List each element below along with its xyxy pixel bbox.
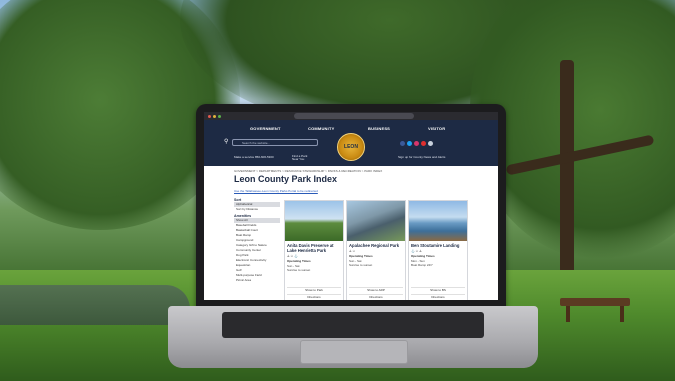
window-control-icon[interactable] bbox=[218, 115, 221, 118]
nav-visitor[interactable]: VISITOR bbox=[428, 126, 445, 131]
nav-business[interactable]: BUSINESS bbox=[368, 126, 390, 131]
bench-leg bbox=[620, 306, 624, 322]
park-name[interactable]: Apalachee Regional Park bbox=[347, 241, 405, 248]
phone-info[interactable]: Make a service 850-606-5300 bbox=[234, 155, 274, 159]
park-photo bbox=[347, 201, 405, 241]
park-card[interactable]: Ben Stoutamire Landing ⚓ ♲ ♙ Operating T… bbox=[408, 200, 468, 300]
photo-scene: GOVERNMENT COMMUNITY BUSINESS VISITOR ⚲ … bbox=[0, 0, 675, 381]
search-icon[interactable]: ⚲ bbox=[224, 139, 228, 146]
county-logo[interactable]: LEON bbox=[337, 133, 365, 161]
park-details-button[interactable]: Show to BS bbox=[411, 287, 465, 293]
park-photo bbox=[409, 201, 467, 241]
page-title: Leon County Park Index bbox=[234, 174, 338, 184]
directions-button[interactable]: Directions bbox=[349, 294, 403, 300]
park-card[interactable]: Apalachee Regional Park ♙ ♲ Operating Ti… bbox=[346, 200, 406, 300]
picnic-bench bbox=[560, 298, 630, 306]
find-park-link[interactable]: Find a Park Near You bbox=[292, 155, 314, 161]
window-control-icon[interactable] bbox=[208, 115, 211, 118]
search-input[interactable]: Search the website... bbox=[232, 139, 318, 146]
hours-text: Sun - Sat Sunrise to sunset bbox=[287, 264, 311, 272]
social-icon[interactable] bbox=[428, 141, 433, 146]
hours-text: Sun - Sat Sunrise to sunset bbox=[349, 259, 373, 267]
site-header: GOVERNMENT COMMUNITY BUSINESS VISITOR ⚲ … bbox=[204, 120, 498, 166]
park-details-button[interactable]: Show to Park bbox=[287, 287, 341, 293]
laptop-keyboard bbox=[222, 312, 484, 338]
address-bar[interactable] bbox=[294, 113, 414, 119]
breadcrumb[interactable]: GOVERNMENT > DEPARTMENTS > RESOURCE STEW… bbox=[234, 169, 382, 173]
directions-button[interactable]: Directions bbox=[287, 294, 341, 300]
news-signup-link[interactable]: Sign up for County News and Alerts bbox=[398, 155, 445, 159]
social-icon[interactable] bbox=[414, 141, 419, 146]
pond bbox=[0, 285, 190, 325]
laptop-screen: GOVERNMENT COMMUNITY BUSINESS VISITOR ⚲ … bbox=[204, 112, 498, 300]
park-name[interactable]: Ben Stoutamire Landing bbox=[409, 241, 467, 248]
nav-government[interactable]: GOVERNMENT bbox=[250, 126, 281, 131]
park-name[interactable]: Anita Davis Preserve at Lake Henrietta P… bbox=[285, 241, 343, 253]
directions-button[interactable]: Directions bbox=[411, 294, 465, 300]
park-photo bbox=[285, 201, 343, 241]
amenity-filter[interactable]: Picnic Area bbox=[234, 278, 280, 283]
browser-toolbar bbox=[204, 112, 498, 120]
sort-option[interactable]: Sort by Distance bbox=[234, 207, 280, 212]
social-icon[interactable] bbox=[421, 141, 426, 146]
social-icon[interactable] bbox=[407, 141, 412, 146]
bench-leg bbox=[566, 306, 570, 322]
tree-trunk-right bbox=[560, 60, 574, 280]
laptop-touchpad bbox=[300, 340, 408, 364]
nav-community[interactable]: COMMUNITY bbox=[308, 126, 334, 131]
parks-portal-link[interactable]: Use the Tallahassee-Leon County Parks Po… bbox=[234, 189, 318, 193]
hours-text: Mon - Sun Boat Ramp 24/7 bbox=[411, 259, 433, 267]
social-icon[interactable] bbox=[400, 141, 405, 146]
park-card[interactable]: Anita Davis Preserve at Lake Henrietta P… bbox=[284, 200, 344, 300]
window-control-icon[interactable] bbox=[213, 115, 216, 118]
filter-sidebar: Sort Alphabetical Sort by Distance Ameni… bbox=[234, 196, 280, 283]
park-details-button[interactable]: Show to ARP bbox=[349, 287, 403, 293]
